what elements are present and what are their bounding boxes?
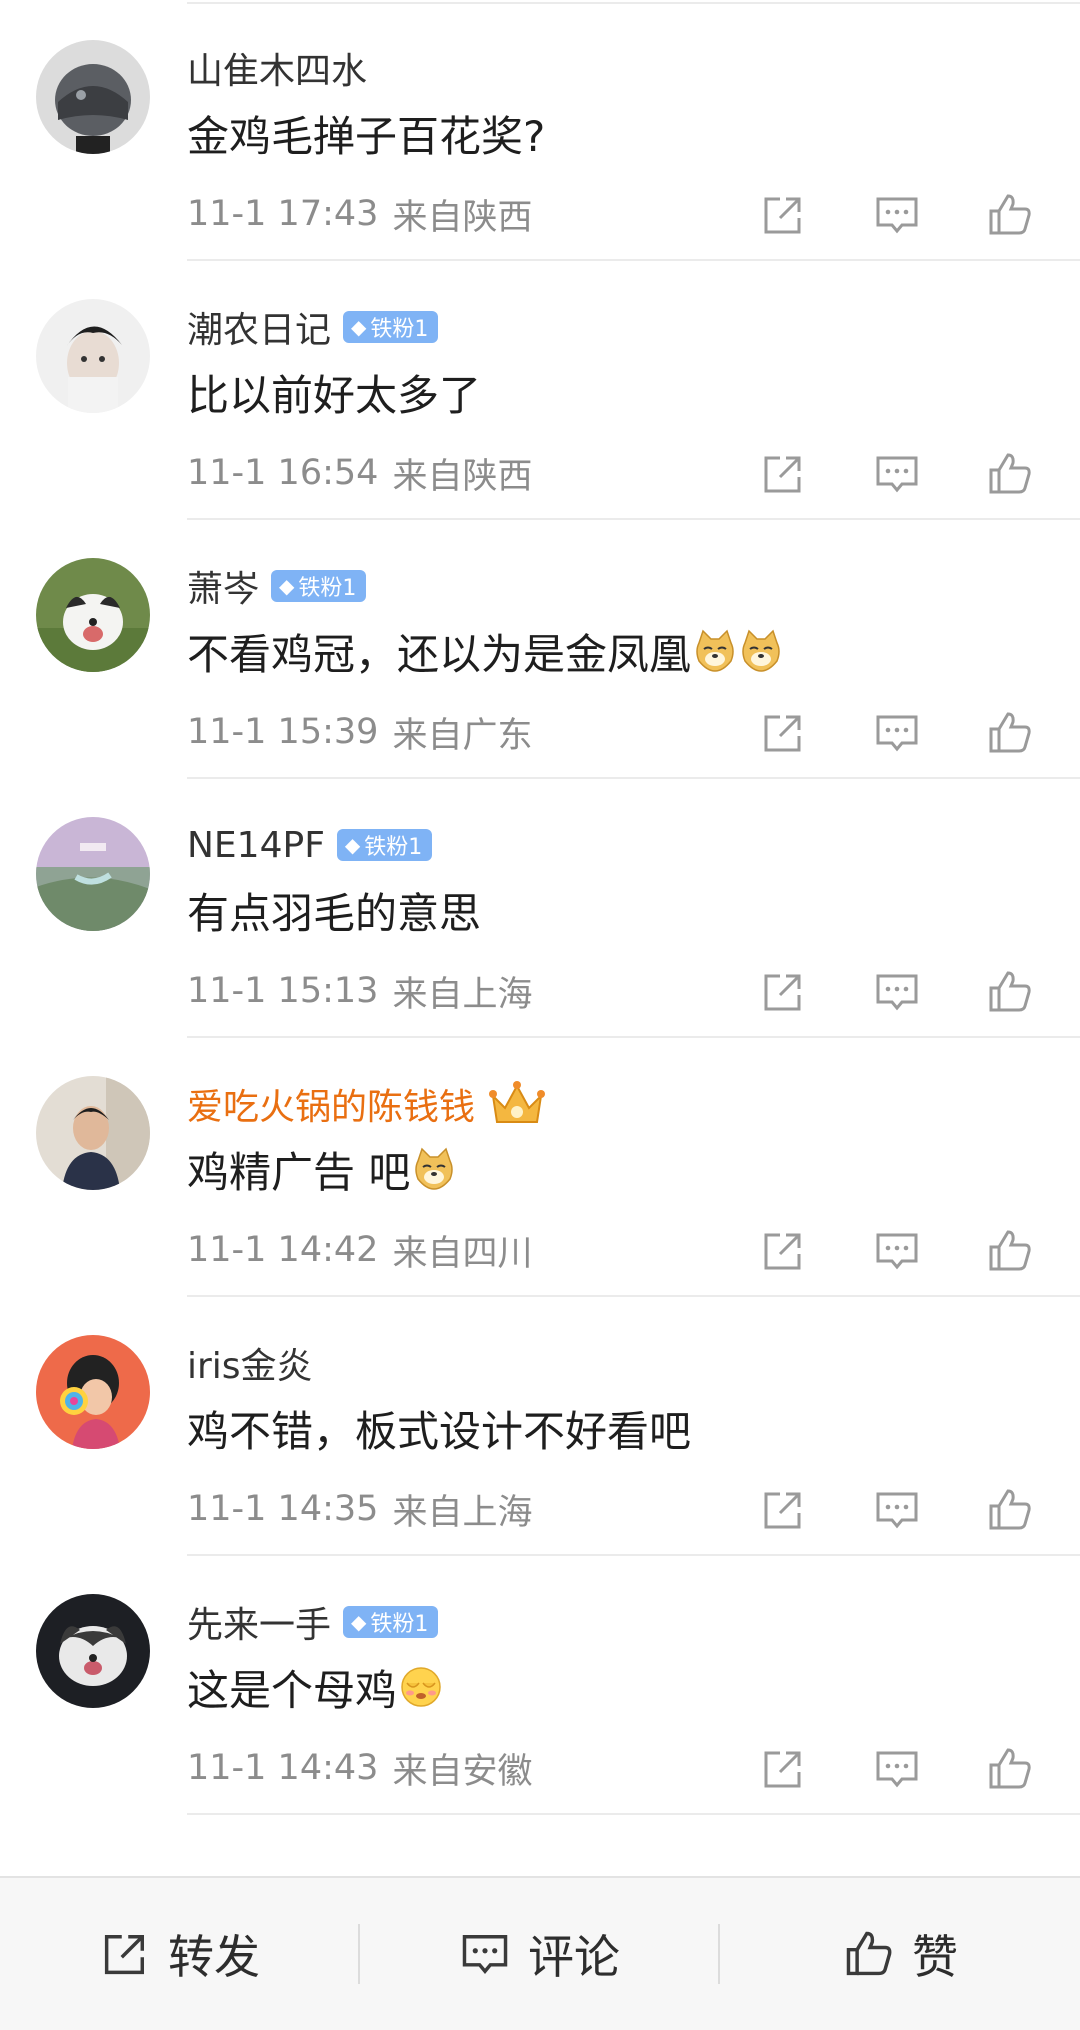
comment-item[interactable]: NE14PF ◆ 铁粉1 有点羽毛的意思 11-1 15:13 来自上海 — [0, 779, 1080, 1038]
like-icon — [846, 1931, 892, 1976]
location: 来自广东 — [392, 715, 533, 756]
like-icon[interactable] — [985, 190, 1035, 240]
divider — [187, 1813, 1080, 1815]
location: 来自四川 — [392, 1233, 533, 1274]
comment-text: 金鸡毛掸子百花奖? — [187, 111, 546, 161]
comment-text: 有点羽毛的意思 — [187, 888, 482, 938]
avatar[interactable] — [36, 558, 150, 672]
timestamp: 11-1 16:54 — [187, 453, 379, 493]
location: 来自上海 — [392, 974, 533, 1015]
comment-meta: 11-1 14:42 来自四川 — [187, 1224, 532, 1276]
comment-text: 不看鸡冠，还以为是金凤凰 — [187, 620, 783, 682]
diamond-icon: ◆ — [279, 574, 295, 598]
repost-icon[interactable] — [758, 1485, 808, 1535]
comment-icon[interactable] — [872, 1485, 922, 1535]
repost-icon[interactable] — [758, 1744, 808, 1794]
fan-badge: ◆ 铁粉1 — [343, 1606, 439, 1638]
fan-badge: ◆ 铁粉1 — [336, 829, 433, 861]
location: 来自陕西 — [392, 197, 533, 238]
timestamp: 11-1 15:13 — [187, 971, 379, 1011]
avatar[interactable] — [36, 1594, 150, 1708]
like-icon[interactable] — [985, 1485, 1035, 1535]
timestamp: 11-1 14:35 — [187, 1489, 379, 1529]
comment-text: 比以前好太多了 — [187, 370, 482, 420]
comment-text: 鸡不错，板式设计不好看吧 — [187, 1406, 692, 1456]
like-icon[interactable] — [985, 1744, 1035, 1794]
like-icon[interactable] — [985, 449, 1035, 499]
username[interactable]: 萧岑 — [187, 560, 259, 612]
comment-icon[interactable] — [872, 1744, 922, 1794]
avatar[interactable] — [36, 1335, 150, 1449]
avatar[interactable] — [36, 40, 150, 154]
shy-emoji — [399, 1665, 443, 1709]
comment-text: 鸡精广告 吧 — [187, 1138, 456, 1200]
avatar[interactable] — [36, 299, 150, 413]
timestamp: 11-1 17:43 — [187, 194, 379, 234]
comment-meta: 11-1 14:35 来自上海 — [187, 1483, 532, 1535]
forward-label: 转发 — [168, 1930, 260, 1984]
comment-icon[interactable] — [872, 1226, 922, 1276]
fan-badge: ◆ 铁粉1 — [343, 311, 439, 343]
comment-item[interactable]: 先来一手 ◆ 铁粉1 这是个母鸡 11-1 14:43 来自安徽 — [0, 1556, 1080, 1815]
like-icon[interactable] — [985, 967, 1035, 1017]
location: 来自安徽 — [392, 1751, 533, 1792]
timestamp: 11-1 14:43 — [187, 1748, 379, 1788]
location: 来自上海 — [392, 1492, 533, 1533]
doge-emoji — [412, 1147, 456, 1191]
username[interactable]: 爱吃火锅的陈钱钱 — [187, 1078, 475, 1130]
comment-meta: 11-1 14:43 来自安徽 — [187, 1742, 532, 1794]
comment-item[interactable]: 萧岑 ◆ 铁粉1 不看鸡冠，还以为是金凤凰 11-1 15:39 来自广东 — [0, 520, 1080, 779]
timestamp: 11-1 14:42 — [187, 1230, 379, 1270]
comment-icon[interactable] — [872, 190, 922, 240]
crown-icon — [487, 1078, 547, 1130]
repost-icon[interactable] — [758, 708, 808, 758]
username[interactable]: 山隹木四水 — [187, 42, 367, 94]
avatar[interactable] — [36, 1076, 150, 1190]
repost-icon — [104, 1934, 145, 1975]
doge-emoji — [739, 629, 783, 673]
username[interactable]: 先来一手 — [187, 1596, 331, 1648]
username[interactable]: iris金炎 — [187, 1337, 313, 1389]
comment-meta: 11-1 17:43 来自陕西 — [187, 188, 532, 240]
location: 来自陕西 — [392, 456, 533, 497]
comment-text: 这是个母鸡 — [187, 1656, 443, 1718]
bar-divider — [358, 1924, 360, 1984]
repost-icon[interactable] — [758, 1226, 808, 1276]
diamond-icon: ◆ — [344, 833, 361, 857]
diamond-icon: ◆ — [351, 1610, 367, 1634]
diamond-icon: ◆ — [351, 315, 367, 339]
like-icon[interactable] — [985, 708, 1035, 758]
comment-item[interactable]: 爱吃火锅的陈钱钱 鸡精广告 吧 11-1 14:42 来自四川 — [0, 1038, 1080, 1297]
repost-icon[interactable] — [758, 967, 808, 1017]
username[interactable]: 潮农日记 — [187, 301, 331, 353]
repost-icon[interactable] — [758, 190, 808, 240]
comment-meta: 11-1 15:39 来自广东 — [187, 706, 532, 758]
comment-icon[interactable] — [872, 449, 922, 499]
bar-divider — [718, 1924, 720, 1984]
comment-item[interactable]: 潮农日记 ◆ 铁粉1 比以前好太多了 11-1 16:54 来自陕西 — [0, 261, 1080, 520]
comment-item[interactable]: iris金炎 鸡不错，板式设计不好看吧 11-1 14:35 来自上海 — [0, 1297, 1080, 1556]
comment-icon[interactable] — [872, 708, 922, 758]
comment-meta: 11-1 16:54 来自陕西 — [187, 447, 532, 499]
doge-emoji — [693, 629, 737, 673]
repost-icon[interactable] — [758, 449, 808, 499]
like-button[interactable]: 赞 — [842, 1906, 958, 2002]
comment-label: 评论 — [528, 1930, 620, 1984]
forward-button[interactable]: 转发 — [98, 1906, 260, 2002]
comment-item[interactable]: 山隹木四水 金鸡毛掸子百花奖? 11-1 17:43 来自陕西 — [0, 2, 1080, 261]
like-icon[interactable] — [985, 1226, 1035, 1276]
like-label: 赞 — [912, 1930, 958, 1984]
comment-button[interactable]: 评论 — [458, 1906, 620, 2002]
bottom-action-bar: 转发 评论 赞 — [0, 1876, 1080, 2030]
timestamp: 11-1 15:39 — [187, 712, 379, 752]
comment-icon[interactable] — [872, 967, 922, 1017]
username[interactable]: NE14PF — [187, 825, 325, 866]
avatar[interactable] — [36, 817, 150, 931]
comment-icon — [462, 1934, 508, 1974]
fan-badge: ◆ 铁粉1 — [271, 570, 367, 602]
comment-meta: 11-1 15:13 来自上海 — [187, 965, 532, 1017]
